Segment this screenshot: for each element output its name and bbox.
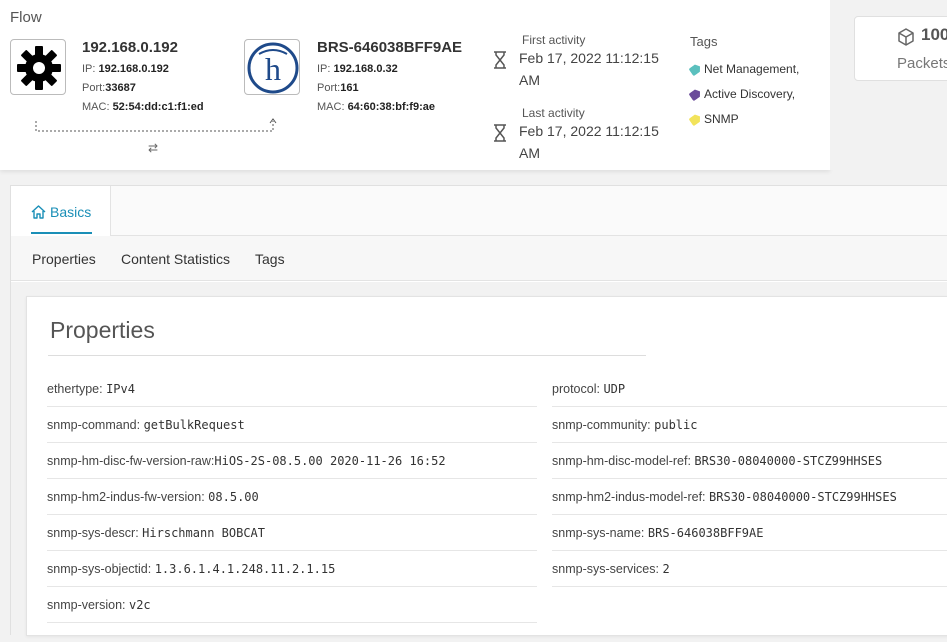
content-area: Properties ethertype: IPv4 snmp-command:… (11, 282, 947, 642)
home-icon (31, 205, 46, 219)
property-row: snmp-sys-objectid: 1.3.6.1.4.1.248.11.2.… (47, 551, 537, 587)
property-row: ethertype: IPv4 (47, 371, 537, 407)
source-ip: IP: 192.168.0.192 (82, 63, 169, 75)
property-row: snmp-sys-services: 2 (552, 551, 947, 587)
connection-line (35, 118, 277, 132)
gear-icon[interactable] (10, 39, 66, 95)
property-row: snmp-version: v2c (47, 587, 537, 623)
property-row: snmp-hm-disc-model-ref: BRS30-08040000-S… (552, 443, 947, 479)
last-activity-value: Feb 17, 2022 11:12:15 AM (519, 123, 659, 161)
main-panel: Basics Properties Content Statistics Tag… (10, 185, 947, 642)
flow-header: Flow 192.168.0.192 IP: 192.168.0.192 Por… (0, 0, 830, 170)
divider (48, 355, 646, 356)
subtab-tags[interactable]: Tags (255, 251, 285, 267)
tag-icon (688, 63, 702, 77)
svg-text:h: h (265, 51, 281, 87)
page-title: Flow (10, 9, 42, 26)
tab-basics[interactable]: Basics (11, 186, 111, 236)
tag-net-management[interactable]: Net Management, (690, 62, 799, 76)
property-row: snmp-community: public (552, 407, 947, 443)
hourglass-icon (494, 51, 506, 69)
property-row: snmp-sys-descr: Hirschmann BOBCAT (47, 515, 537, 551)
last-activity-label: Last activity (522, 106, 585, 120)
first-activity-label: First activity (522, 33, 586, 47)
tags-title: Tags (690, 34, 718, 49)
active-tab-indicator (31, 232, 92, 234)
source-device-name[interactable]: 192.168.0.192 (82, 39, 178, 56)
destination-mac: MAC: 64:60:38:bf:f9:ae (317, 101, 435, 113)
packets-count: 100 (921, 25, 947, 44)
hirschmann-logo-icon[interactable]: h (244, 39, 300, 95)
properties-card: Properties ethertype: IPv4 snmp-command:… (26, 296, 947, 636)
tabs-bar: Basics (11, 186, 947, 236)
subtab-properties[interactable]: Properties (32, 251, 96, 267)
subtabs-bar: Properties Content Statistics Tags (11, 236, 947, 281)
property-row: snmp-sys-name: BRS-646038BFF9AE (552, 515, 947, 551)
swap-direction-icon[interactable]: ⇄ (148, 141, 158, 155)
property-row: snmp-hm-disc-fw-version-raw:HiOS-2S-08.5… (47, 443, 537, 479)
properties-title: Properties (50, 317, 155, 343)
destination-ip: IP: 192.168.0.32 (317, 63, 398, 75)
packets-label: Packets (897, 55, 947, 72)
packets-card: 100 Packets (854, 16, 947, 81)
tag-snmp[interactable]: SNMP (690, 112, 739, 126)
destination-port: Port:161 (317, 82, 359, 94)
tab-basics-label: Basics (50, 204, 92, 220)
property-row: snmp-hm2-indus-fw-version: 08.5.00 (47, 479, 537, 515)
subtab-content-statistics[interactable]: Content Statistics (121, 251, 230, 267)
hourglass-icon (494, 124, 506, 142)
source-port: Port:33687 (82, 82, 136, 94)
source-mac: MAC: 52:54:dd:c1:f1:ed (82, 101, 204, 113)
tag-active-discovery[interactable]: Active Discovery, (690, 87, 795, 101)
property-row: protocol: UDP (552, 371, 947, 407)
destination-device-name[interactable]: BRS-646038BFF9AE (317, 39, 462, 56)
property-row: snmp-command: getBulkRequest (47, 407, 537, 443)
property-row: snmp-hm2-indus-model-ref: BRS30-08040000… (552, 479, 947, 515)
first-activity-value: Feb 17, 2022 11:12:15 AM (519, 50, 659, 88)
cube-icon (898, 28, 914, 46)
tag-icon (688, 88, 702, 102)
tag-icon (688, 113, 702, 127)
